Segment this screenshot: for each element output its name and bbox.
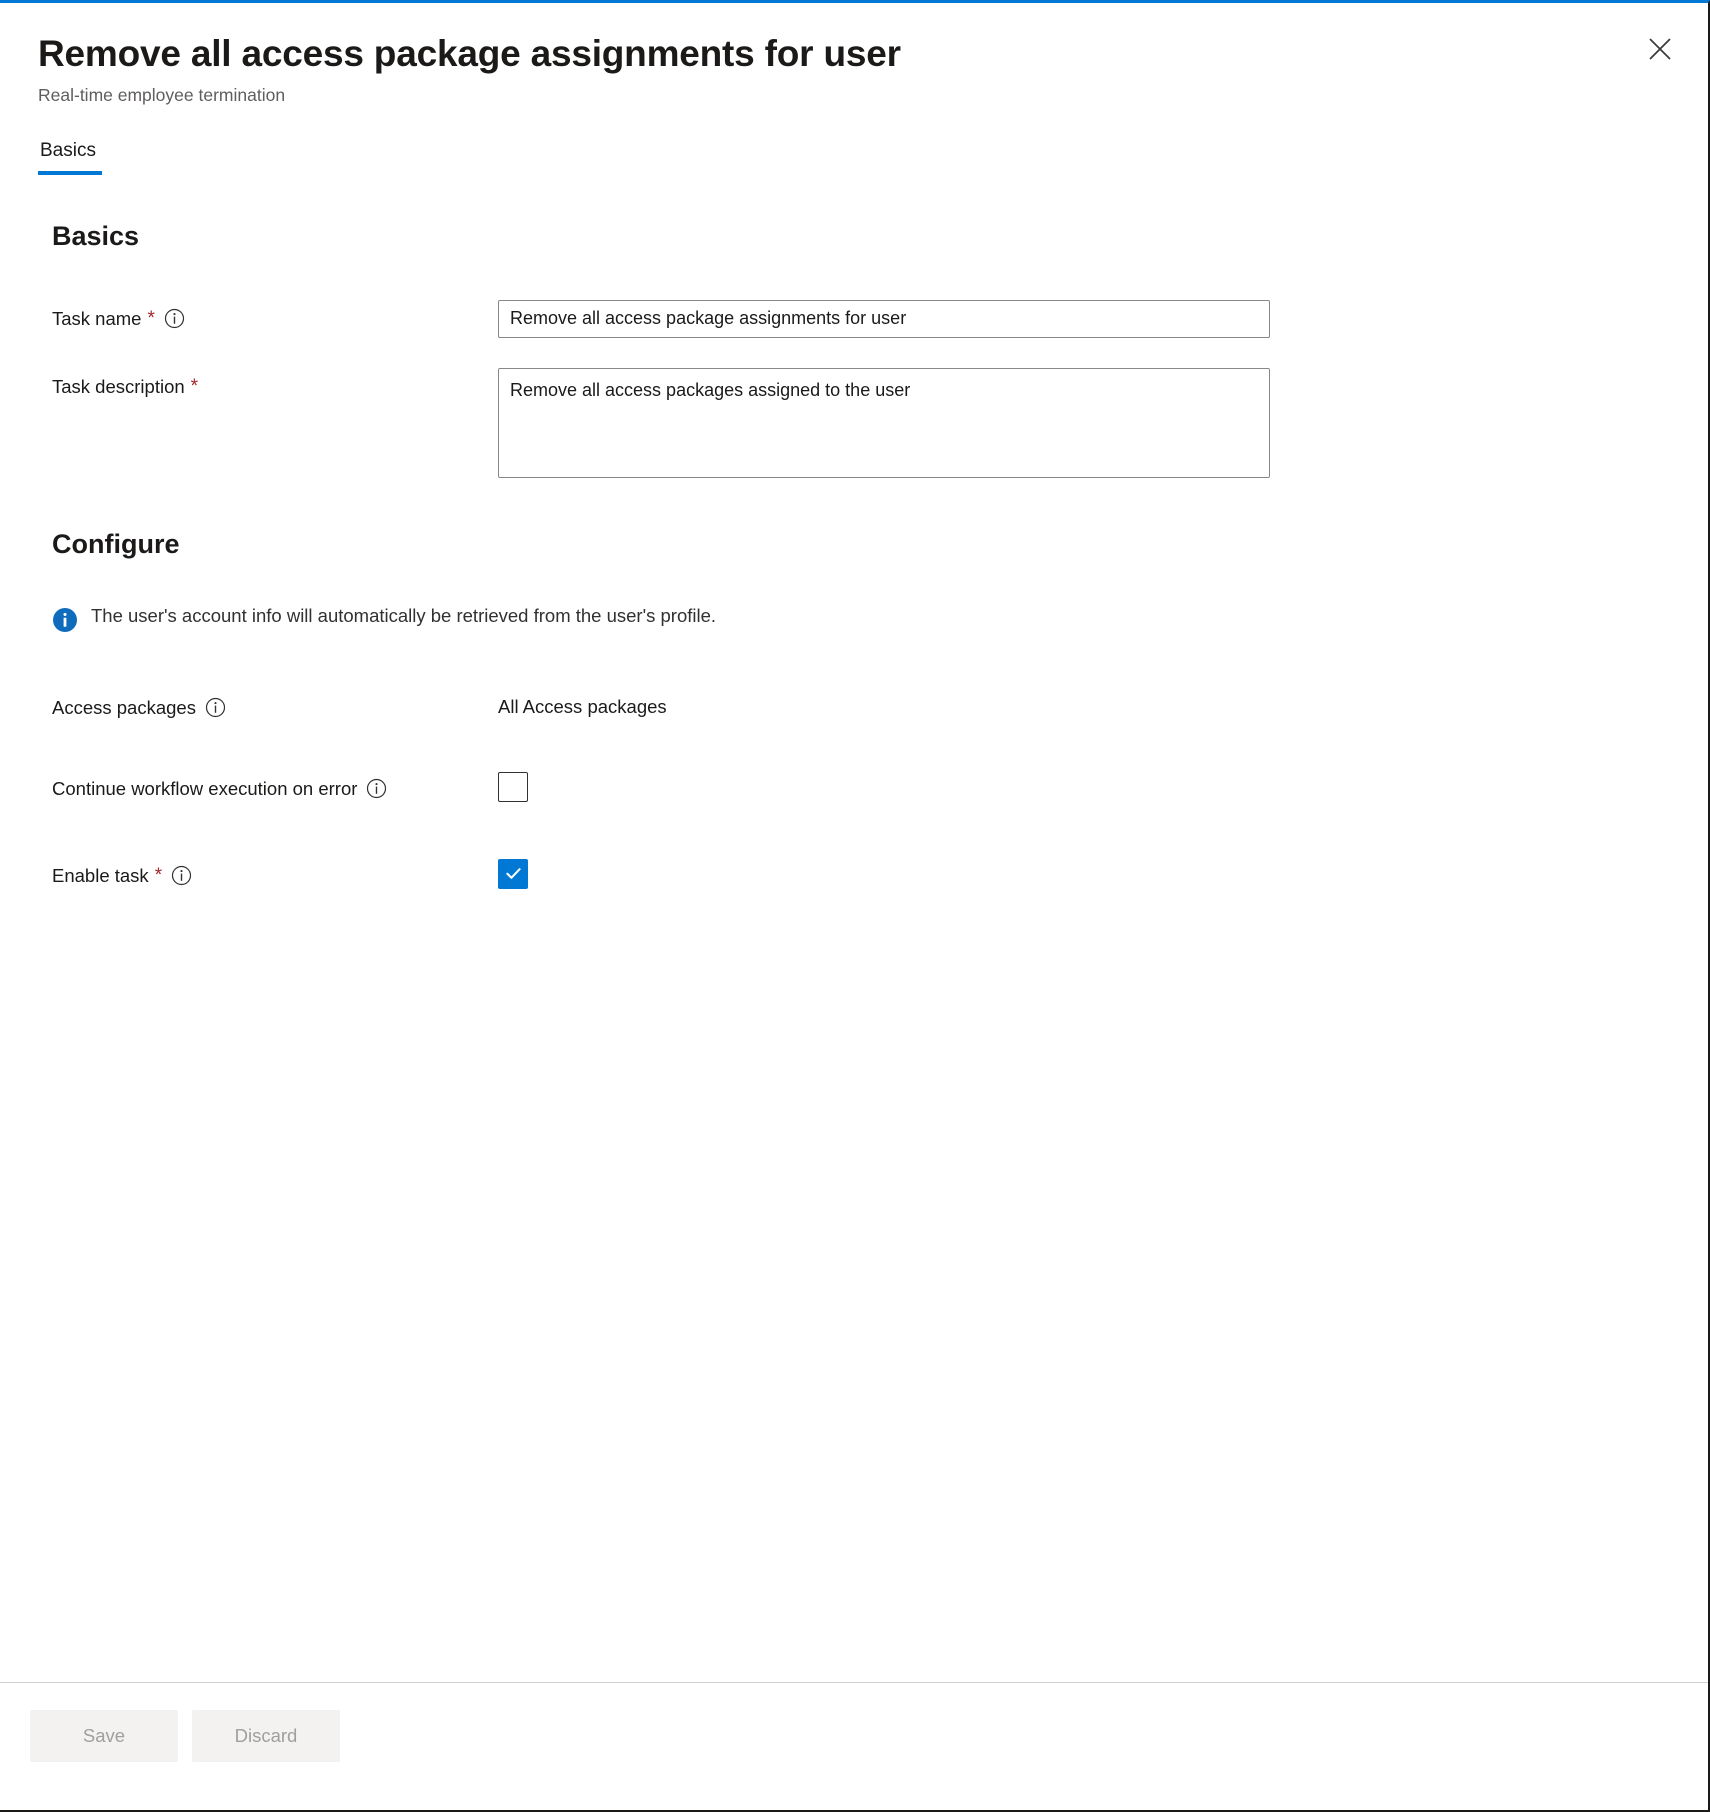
discard-button[interactable]: Discard: [192, 1710, 340, 1762]
task-description-textarea[interactable]: [498, 367, 1270, 478]
enable-task-label-text: Enable task: [52, 864, 149, 886]
blade-content: Basics Task name * Task de: [0, 175, 1708, 1682]
continue-on-error-checkbox[interactable]: [498, 771, 528, 802]
field-control-enable-task: [498, 857, 1670, 889]
field-label-access-packages: Access packages: [52, 689, 498, 720]
page-title: Remove all access package assignments fo…: [38, 33, 901, 74]
page-subtitle: Real-time employee termination: [38, 84, 286, 105]
tabstrip: Basics: [0, 140, 1708, 175]
field-row-access-packages: Access packages All Access packages: [38, 689, 1670, 720]
enable-task-checkbox[interactable]: [498, 858, 528, 889]
tab-basics-label: Basics: [40, 139, 96, 161]
field-row-task-description: Task description *: [38, 367, 1670, 483]
access-packages-value: All Access packages: [498, 695, 667, 717]
field-label-task-description: Task description *: [52, 368, 498, 399]
blade-panel: Remove all access package assignments fo…: [0, 0, 1710, 1812]
blade-footer: Save Discard: [0, 1682, 1708, 1810]
info-icon[interactable]: [366, 778, 387, 799]
info-banner-text: The user's account info will automatical…: [91, 604, 717, 626]
required-asterisk: *: [190, 376, 199, 398]
field-control-continue-on-error: [498, 770, 1670, 802]
field-label-task-name: Task name *: [52, 300, 498, 331]
field-row-continue-on-error: Continue workflow execution on error: [38, 770, 1670, 802]
field-label-continue-on-error: Continue workflow execution on error: [52, 770, 498, 801]
field-control-task-name: [498, 299, 1670, 338]
field-row-task-name: Task name *: [38, 299, 1670, 338]
field-control-task-description: [498, 367, 1670, 483]
info-icon[interactable]: [205, 697, 226, 718]
section-heading-configure: Configure: [52, 528, 180, 559]
info-icon[interactable]: [171, 865, 192, 886]
continue-on-error-label-text: Continue workflow execution on error: [52, 777, 358, 799]
field-row-enable-task: Enable task *: [38, 857, 1670, 889]
save-button[interactable]: Save: [30, 1710, 178, 1762]
field-control-access-packages: All Access packages: [498, 689, 1670, 718]
close-button[interactable]: [1636, 25, 1684, 73]
access-packages-label-text: Access packages: [52, 696, 196, 718]
required-asterisk: *: [147, 308, 155, 330]
info-banner: The user's account info will automatical…: [38, 604, 1670, 633]
section-heading-basics: Basics: [52, 220, 140, 251]
task-name-label-text: Task name: [52, 307, 142, 329]
blade-header: Remove all access package assignments fo…: [0, 3, 1708, 106]
info-icon[interactable]: [164, 308, 185, 329]
footer-buttons: Save Discard: [30, 1710, 1670, 1762]
info-filled-icon: [52, 607, 78, 633]
task-description-label-text: Task description: [52, 375, 185, 397]
required-asterisk: *: [154, 865, 163, 887]
close-icon: [1647, 36, 1673, 62]
field-label-enable-task: Enable task *: [52, 857, 498, 888]
tab-basics[interactable]: Basics: [38, 140, 102, 175]
task-name-input[interactable]: [498, 299, 1270, 338]
checkmark-icon: [504, 864, 523, 883]
